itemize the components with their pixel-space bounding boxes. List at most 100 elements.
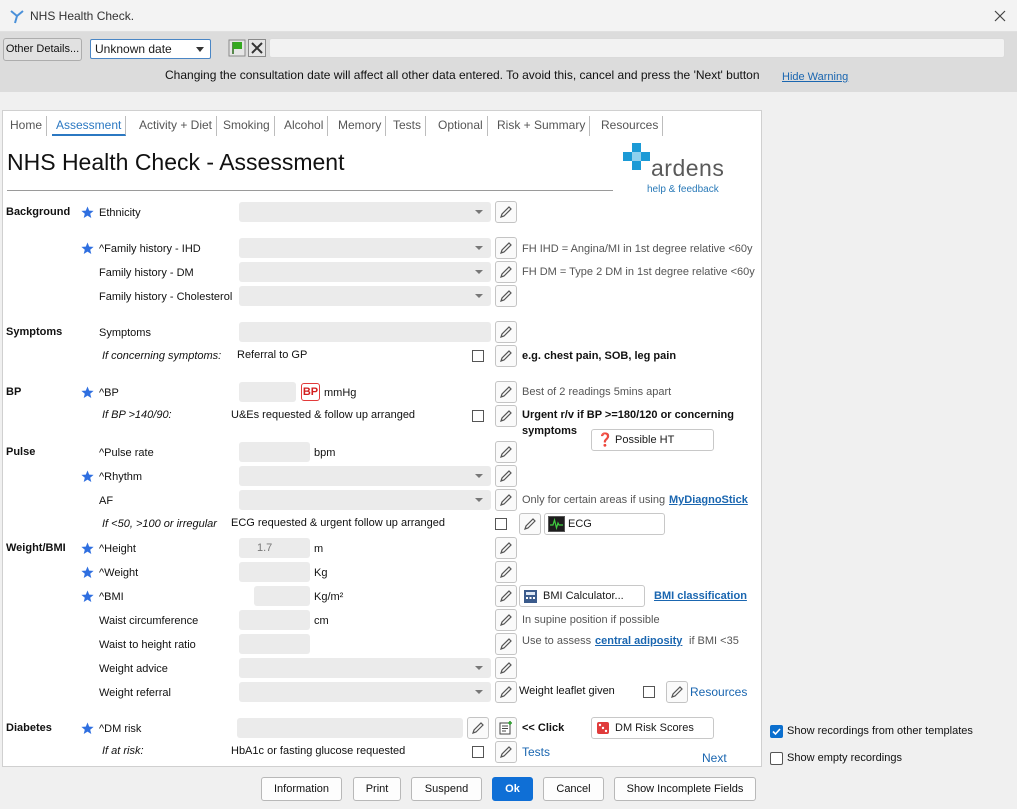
hba1c-checkbox[interactable] <box>472 746 484 758</box>
information-button[interactable]: Information <box>261 777 342 801</box>
af-label: AF <box>99 495 114 507</box>
bp-reading-icon[interactable]: BP <box>301 383 320 401</box>
fh-dm-select[interactable] <box>239 262 491 282</box>
star-icon <box>81 542 94 554</box>
tab-activity-diet[interactable]: Activity + Diet <box>135 116 218 136</box>
section-symptoms: Symptoms <box>6 326 63 338</box>
chevron-down-icon <box>475 474 483 478</box>
pencil-icon <box>500 638 512 650</box>
help-feedback-link[interactable]: help & feedback <box>647 184 719 195</box>
dm-risk-edit-button[interactable] <box>467 717 489 739</box>
referral-gp-edit-button[interactable] <box>495 345 517 367</box>
pulse-rate-edit-button[interactable] <box>495 441 517 463</box>
height-input[interactable]: 1.7 <box>239 538 310 558</box>
symptoms-edit-button[interactable] <box>495 321 517 343</box>
dm-risk-calculate-button[interactable] <box>495 717 517 739</box>
weight-referral-edit-button[interactable] <box>495 681 517 703</box>
fh-cholesterol-select[interactable] <box>239 286 491 306</box>
tab-tests[interactable]: Tests <box>389 116 427 136</box>
fh-ihd-edit-button[interactable] <box>495 237 517 259</box>
next-link[interactable]: Next <box>702 751 727 765</box>
tab-alcohol[interactable]: Alcohol <box>280 116 329 136</box>
weight-input[interactable] <box>239 562 310 582</box>
bp-input[interactable] <box>239 382 296 402</box>
weight-advice-edit-button[interactable] <box>495 657 517 679</box>
show-incomplete-fields-button[interactable]: Show Incomplete Fields <box>614 777 756 801</box>
pulse-rate-input[interactable] <box>239 442 310 462</box>
ecg-edit-button[interactable] <box>519 513 541 535</box>
flag-icon[interactable] <box>228 39 246 57</box>
tab-resources[interactable]: Resources <box>597 116 664 136</box>
bmi-edit-button[interactable] <box>495 585 517 607</box>
possible-ht-button[interactable]: ❓ Possible HT <box>591 429 714 451</box>
waist-height-input[interactable] <box>239 634 310 654</box>
rhythm-select[interactable] <box>239 466 491 486</box>
tab-memory[interactable]: Memory <box>334 116 387 136</box>
bp-edit-button[interactable] <box>495 381 517 403</box>
ecg-requested-checkbox[interactable] <box>495 518 507 530</box>
height-edit-button[interactable] <box>495 537 517 559</box>
if-irregular-label: If <50, >100 or irregular <box>102 518 217 530</box>
show-empty-recordings-checkbox[interactable] <box>770 752 783 765</box>
weight-leaflet-checkbox[interactable] <box>643 686 655 698</box>
pencil-icon <box>500 566 512 578</box>
question-icon: ❓ <box>597 432 614 447</box>
ues-edit-button[interactable] <box>495 405 517 427</box>
bmi-calculator-button[interactable]: BMI Calculator... <box>519 585 645 607</box>
waist-input[interactable] <box>239 610 310 630</box>
section-diabetes: Diabetes <box>6 722 52 734</box>
hba1c-edit-button[interactable] <box>495 741 517 763</box>
tests-link[interactable]: Tests <box>522 745 550 759</box>
ethnicity-edit-button[interactable] <box>495 201 517 223</box>
suspend-button[interactable]: Suspend <box>411 777 482 801</box>
bmi-input[interactable] <box>254 586 310 606</box>
symptoms-input[interactable] <box>239 322 491 342</box>
fh-dm-edit-button[interactable] <box>495 261 517 283</box>
ues-checkbox[interactable] <box>472 410 484 422</box>
resources-link[interactable]: Resources <box>690 685 747 699</box>
date-notes-field[interactable] <box>269 38 1005 58</box>
referral-gp-checkbox[interactable] <box>472 350 484 362</box>
ok-button[interactable]: Ok <box>492 777 533 801</box>
dm-risk-input[interactable] <box>237 718 463 738</box>
tab-risk-summary[interactable]: Risk + Summary <box>493 116 591 136</box>
checkmark-icon <box>772 728 781 736</box>
waist-height-edit-button[interactable] <box>495 633 517 655</box>
print-button[interactable]: Print <box>353 777 401 801</box>
central-adiposity-link[interactable]: central adiposity <box>595 635 682 647</box>
ethnicity-select[interactable] <box>239 202 491 222</box>
af-select[interactable] <box>239 490 491 510</box>
fh-ihd-select[interactable] <box>239 238 491 258</box>
weight-leaflet-edit-button[interactable] <box>666 681 688 703</box>
weight-referral-select[interactable] <box>239 682 491 702</box>
fh-cholesterol-edit-button[interactable] <box>495 285 517 307</box>
tab-optional[interactable]: Optional <box>434 116 488 136</box>
bmi-classification-link[interactable]: BMI classification <box>654 590 747 602</box>
weight-label: ^Weight <box>99 567 139 579</box>
rhythm-edit-button[interactable] <box>495 465 517 487</box>
tab-smoking[interactable]: Smoking <box>219 116 275 136</box>
weight-edit-button[interactable] <box>495 561 517 583</box>
section-pulse: Pulse <box>6 446 36 458</box>
close-window-button[interactable] <box>989 5 1011 27</box>
pencil-icon <box>500 614 512 626</box>
height-label: ^Height <box>99 543 136 555</box>
waist-edit-button[interactable] <box>495 609 517 631</box>
pencil-icon <box>472 722 484 734</box>
consultation-date-select[interactable]: Unknown date <box>90 39 211 59</box>
af-edit-button[interactable] <box>495 489 517 511</box>
pencil-icon <box>500 386 512 398</box>
hide-warning-link[interactable]: Hide Warning <box>782 71 848 83</box>
chevron-down-icon <box>475 246 483 250</box>
show-other-templates-checkbox[interactable] <box>770 725 783 738</box>
ardens-logo[interactable]: ardens help & feedback <box>621 143 731 198</box>
dm-risk-scores-button[interactable]: DM Risk Scores <box>591 717 714 739</box>
tab-assessment[interactable]: Assessment <box>52 116 127 136</box>
tab-home[interactable]: Home <box>6 116 48 136</box>
ecg-button[interactable]: ECG <box>544 513 665 535</box>
mydiagnostick-link[interactable]: MyDiagnoStick <box>669 494 748 506</box>
clear-date-button[interactable] <box>248 39 266 57</box>
cancel-button[interactable]: Cancel <box>543 777 604 801</box>
other-details-button[interactable]: Other Details... <box>3 38 82 61</box>
weight-advice-select[interactable] <box>239 658 491 678</box>
